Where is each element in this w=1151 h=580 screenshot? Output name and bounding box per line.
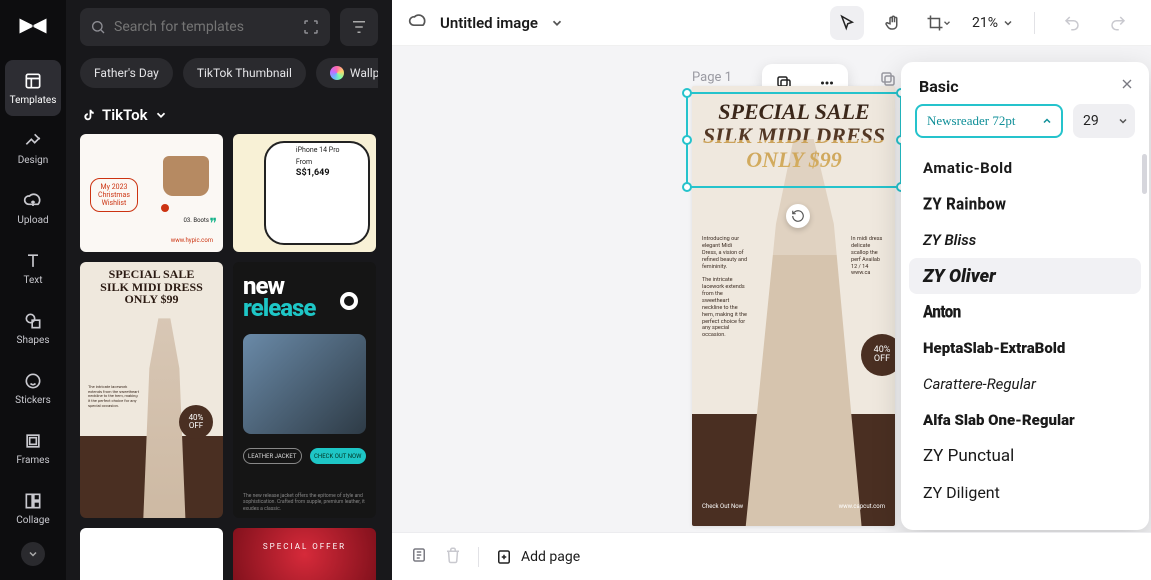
font-option[interactable]: HeptaSlab-ExtraBold [909, 330, 1141, 366]
undo-button[interactable] [1055, 6, 1089, 40]
top-toolbar: Untitled image 21% [392, 0, 1151, 46]
font-panel-title: Basic [919, 77, 959, 96]
canvas-badge: 40% OFF [861, 334, 895, 376]
search-icon [90, 19, 106, 35]
chip-fathers-day[interactable]: Father's Day [80, 58, 173, 88]
rail-collage[interactable]: Collage [5, 480, 61, 536]
sparkle-icon [330, 66, 344, 80]
section-tiktok[interactable]: TikTok [82, 106, 378, 124]
rail-collage-label: Collage [16, 515, 49, 526]
notes-button[interactable] [410, 546, 428, 568]
left-rail: Templates Design Upload Text Shapes Stic… [0, 0, 66, 580]
chip-wallpaper[interactable]: Wallp [316, 58, 378, 88]
filter-button[interactable] [340, 8, 378, 46]
rail-frames[interactable]: Frames [5, 420, 61, 476]
font-option[interactable]: ZY Diligent [909, 474, 1141, 510]
chevron-down-icon[interactable] [550, 16, 564, 30]
font-size-select[interactable]: 29 [1073, 104, 1135, 138]
rail-templates-label: Templates [10, 95, 57, 106]
chip-row: Father's Day TikTok Thumbnail Wallp [80, 58, 378, 88]
rail-shapes[interactable]: Shapes [5, 300, 61, 356]
template-headline: SPECIAL SALE SILK MIDI DRESS ONLY $99 [88, 268, 215, 306]
rotate-handle[interactable] [786, 204, 810, 228]
rail-frames-label: Frames [16, 455, 49, 466]
chevron-up-icon [1041, 115, 1053, 127]
rail-stickers-label: Stickers [15, 395, 51, 406]
selection-box[interactable] [686, 92, 902, 188]
cloud-sync-icon[interactable] [408, 11, 428, 35]
bottom-bar: Add page [392, 532, 1151, 580]
rail-design-label: Design [18, 155, 49, 166]
template-card[interactable]: SPECIAL OFFER [233, 528, 376, 580]
zoom-level[interactable]: 21% [972, 15, 1014, 31]
rail-shapes-label: Shapes [17, 335, 50, 346]
rail-upload-label: Upload [17, 215, 48, 226]
rail-design[interactable]: Design [5, 120, 61, 176]
close-icon [1119, 76, 1135, 92]
font-option[interactable]: ZY Punctual [909, 438, 1141, 474]
chevron-down-icon [1002, 17, 1014, 29]
template-card-newrelease[interactable]: new release LEATHER JACKET CHECK OUT NOW… [233, 262, 376, 518]
font-option[interactable]: Amatic-Bold [909, 150, 1141, 186]
font-option[interactable]: Carattere-Regular [909, 366, 1141, 402]
rail-text[interactable]: Text [5, 240, 61, 296]
resize-handle[interactable] [682, 135, 692, 145]
template-search[interactable] [80, 8, 330, 46]
hand-tool[interactable] [876, 6, 910, 40]
stage[interactable]: Page 1 Introducing our elegant Midi Dres… [392, 46, 1151, 532]
font-list[interactable]: Amatic-Bold ZY Rainbow ZY Bliss ZY Olive… [901, 148, 1149, 530]
font-option[interactable]: ZY Bliss [909, 222, 1141, 258]
font-panel: Basic Newsreader 72pt 29 [901, 62, 1149, 530]
template-card[interactable]: My 2023 Christmas Wishlist 03. Boots www… [80, 134, 223, 252]
add-page-button[interactable]: Add page [495, 548, 580, 566]
resize-handle[interactable] [682, 88, 692, 98]
canvas-model [741, 139, 867, 526]
discount-badge: 40% OFF [179, 405, 213, 439]
templates-grid[interactable]: My 2023 Christmas Wishlist 03. Boots www… [80, 134, 378, 580]
redo-button[interactable] [1101, 6, 1135, 40]
app-logo[interactable] [15, 8, 51, 44]
chip-tiktok-thumbnail[interactable]: TikTok Thumbnail [183, 58, 306, 88]
font-option[interactable]: Anton [909, 291, 1141, 332]
rail-upload[interactable]: Upload [5, 180, 61, 236]
template-card[interactable] [80, 528, 223, 580]
font-option[interactable]: ZY Rainbow [909, 184, 1141, 224]
canvas-area: Untitled image 21% Page 1 Intr [392, 0, 1151, 580]
rail-stickers[interactable]: Stickers [5, 360, 61, 416]
font-option[interactable]: ZY Oliver [909, 258, 1141, 294]
rail-templates[interactable]: Templates [5, 60, 61, 116]
chevron-down-icon [1117, 115, 1129, 127]
rail-more[interactable] [21, 542, 45, 566]
chevron-down-icon [154, 108, 168, 122]
filter-icon [350, 18, 368, 36]
font-option[interactable]: Alfa Slab One-Regular [909, 402, 1141, 438]
resize-handle[interactable] [682, 182, 692, 192]
template-card-fashion[interactable]: SPECIAL SALE SILK MIDI DRESS ONLY $99 Th… [80, 262, 223, 518]
document-title[interactable]: Untitled image [440, 14, 538, 32]
rail-text-label: Text [23, 275, 42, 286]
add-page-icon [495, 548, 513, 566]
scrollbar[interactable] [1142, 154, 1147, 194]
scan-icon[interactable] [302, 18, 320, 36]
template-card[interactable]: iPhone 14 Pro From S$1,649 [233, 134, 376, 252]
close-button[interactable] [1119, 76, 1135, 96]
templates-panel: Father's Day TikTok Thumbnail Wallp TikT… [66, 0, 392, 580]
tiktok-icon [82, 108, 96, 122]
page-label: Page 1 [692, 70, 732, 85]
font-family-select[interactable]: Newsreader 72pt [915, 104, 1063, 138]
delete-button[interactable] [444, 546, 462, 568]
crop-tool[interactable] [922, 6, 956, 40]
cursor-tool[interactable] [830, 6, 864, 40]
template-search-input[interactable] [114, 19, 294, 35]
